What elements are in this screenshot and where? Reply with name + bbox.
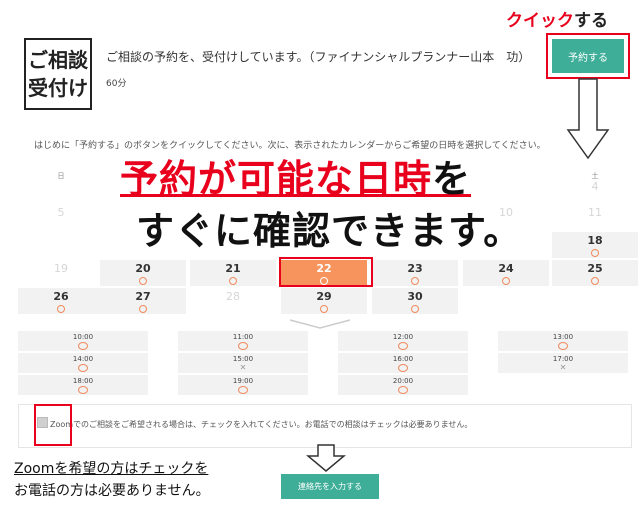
available-mark-icon [229, 277, 237, 285]
available-mark-icon [591, 249, 599, 257]
day-19: 19 [54, 262, 68, 275]
time-slot-17: 17:00 ✕ [498, 353, 628, 373]
zoom-checkbox-highlight [34, 404, 72, 446]
page-title: ご相談の予約を、受付けしています。（ファイナンシャルプランナー山本 功） [106, 50, 531, 64]
day-4: 4 [591, 180, 599, 193]
available-mark-icon [139, 277, 147, 285]
reserve-button[interactable]: 予約する [552, 39, 624, 73]
consultation-logo: ご相談 受付け [24, 38, 92, 110]
duration-label: 60分 [106, 79, 127, 89]
unavailable-x-icon: ✕ [559, 363, 567, 372]
note-zoom: Zoomを希望の方はチェックを [14, 461, 209, 477]
headline-red: 予約が可能な日時 [120, 157, 433, 201]
time-slot-20[interactable]: 20:00 [338, 375, 468, 395]
available-mark-icon [320, 305, 328, 313]
headline-line-2: すぐに確認できます。 [136, 209, 523, 253]
arrow-down-icon [306, 444, 346, 472]
day-29[interactable]: 29 [281, 288, 367, 314]
day-25[interactable]: 25 [552, 260, 638, 286]
time-slot-14[interactable]: 14:00 [18, 353, 148, 373]
day-26[interactable]: 26 [18, 288, 104, 314]
time-slot-11[interactable]: 11:00 [178, 331, 308, 351]
day-11: 11 [588, 206, 602, 219]
day-18[interactable]: 18 [552, 232, 638, 258]
available-mark-icon [139, 305, 147, 313]
zoom-option-text: Zoomでのご相談をご希望される場合は、チェックを入れてください。お電話での相談… [50, 420, 473, 429]
annotation-click-black: する [574, 11, 608, 31]
annotation-click: クイックする [506, 6, 608, 31]
headline-suffix: を [432, 157, 472, 201]
day-20[interactable]: 20 [100, 260, 186, 286]
day-27[interactable]: 27 [100, 288, 186, 314]
available-mark-icon [238, 386, 248, 394]
day-24[interactable]: 24 [463, 260, 549, 286]
annotation-click-red: クイック [506, 11, 574, 31]
unavailable-x-icon: ✕ [239, 363, 247, 372]
available-mark-icon [411, 305, 419, 313]
logo-line-2: 受付け [28, 76, 88, 100]
note-phone: お電話の方は必要ありません。 [14, 483, 210, 499]
available-mark-icon [502, 277, 510, 285]
time-slot-grid: 10:00 11:00 12:00 13:00 14:00 15:00 ✕ 16:… [18, 331, 630, 395]
time-slot-12[interactable]: 12:00 [338, 331, 468, 351]
available-mark-icon [398, 364, 408, 372]
weekday-sun: 日 [57, 172, 65, 180]
available-mark-icon [78, 386, 88, 394]
time-slot-13[interactable]: 13:00 [498, 331, 628, 351]
chevron-down-icon [289, 319, 351, 329]
available-mark-icon [78, 364, 88, 372]
logo-line-1: ご相談 [28, 48, 88, 72]
time-slot-18[interactable]: 18:00 [18, 375, 148, 395]
day-5: 5 [57, 206, 65, 219]
available-mark-icon [558, 342, 568, 350]
available-mark-icon [57, 305, 65, 313]
time-slot-16[interactable]: 16:00 [338, 353, 468, 373]
available-mark-icon [398, 386, 408, 394]
available-mark-icon [591, 277, 599, 285]
headline-line-1: 予約が可能な日時を [120, 148, 471, 203]
day-30[interactable]: 30 [372, 288, 458, 314]
time-slot-19[interactable]: 19:00 [178, 375, 308, 395]
time-slot-10[interactable]: 10:00 [18, 331, 148, 351]
day-21[interactable]: 21 [190, 260, 276, 286]
available-mark-icon [411, 277, 419, 285]
available-mark-icon [238, 342, 248, 350]
available-mark-icon [78, 342, 88, 350]
time-slot-15: 15:00 ✕ [178, 353, 308, 373]
available-mark-icon [398, 342, 408, 350]
day-28: 28 [226, 290, 240, 303]
selected-day-highlight [279, 257, 373, 287]
day-23[interactable]: 23 [372, 260, 458, 286]
enter-contact-button[interactable]: 連絡先を入力する [281, 474, 379, 499]
arrow-down-icon [566, 78, 610, 160]
